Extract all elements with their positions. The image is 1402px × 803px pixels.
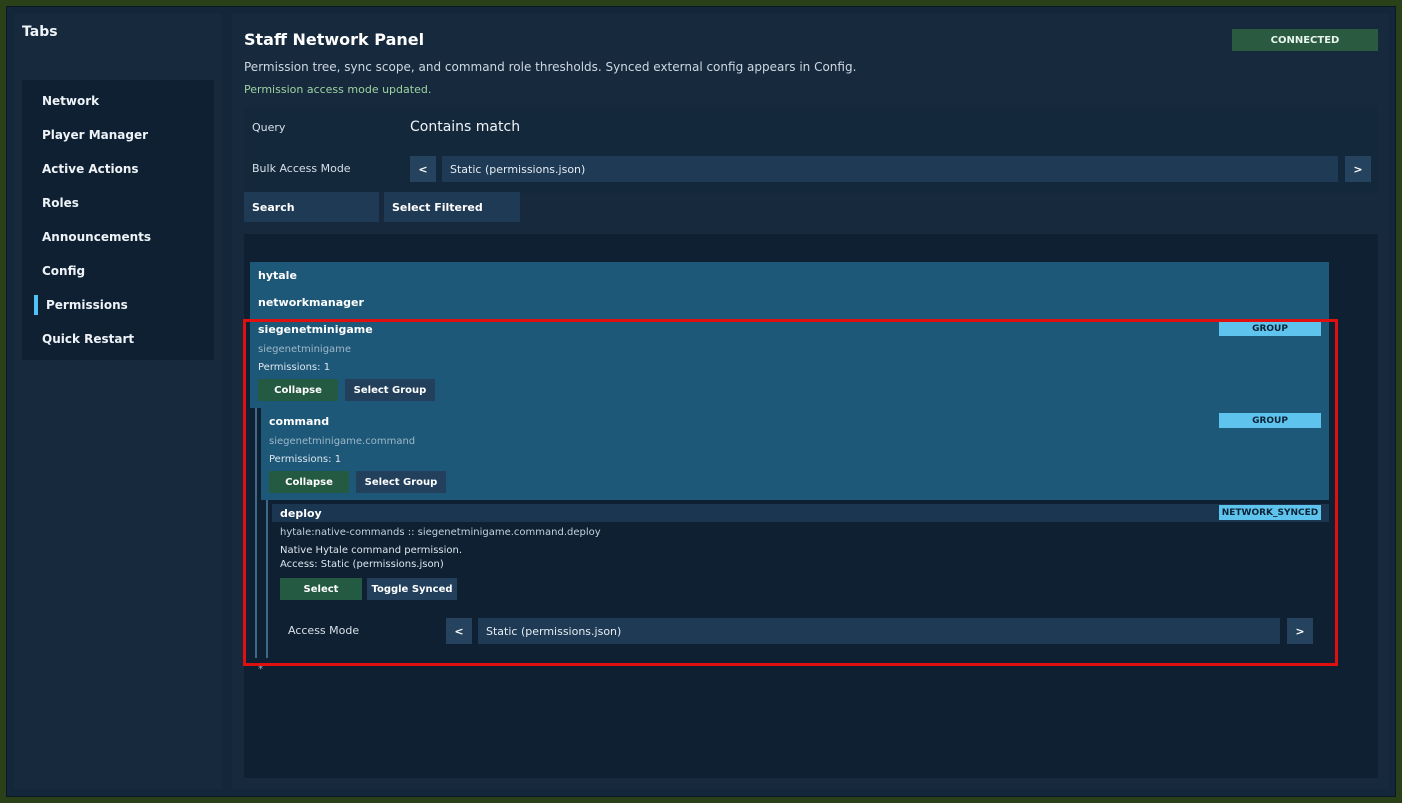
leaf-header-bar [272,504,1329,522]
group-name: command [269,415,330,428]
access-mode-value: Static (permissions.json) [478,618,1280,644]
tree-node-networkmanager[interactable]: networkmanager [250,289,1329,316]
main-panel: Staff Network Panel Permission tree, syn… [232,14,1389,789]
group-permission-count: Permissions: 1 [269,454,342,465]
sidebar-item-label: Network [42,94,100,108]
sidebar-tab-list: Network Player Manager Active Actions Ro… [22,80,214,360]
status-message: Permission access mode updated. [244,83,432,96]
sidebar-item-active-actions[interactable]: Active Actions [22,155,214,183]
tree-leaf-deploy: deploy NETWORK_SYNCED hytale:native-comm… [272,500,1329,658]
group-type-badge: GROUP [1219,321,1321,336]
tree-group-siegenetminigame: siegenetminigame siegenetminigame Permis… [250,316,1329,408]
sidebar-item-label: Player Manager [42,128,149,142]
permission-tree: hytale networkmanager siegenetminigame s… [244,234,1378,778]
sidebar-item-label: Announcements [42,230,152,244]
collapse-button[interactable]: Collapse [258,379,338,401]
permission-access: Access: Static (permissions.json) [280,559,444,570]
permission-name: deploy [280,507,322,520]
connection-status-badge: CONNECTED [1232,29,1378,51]
sidebar-item-label: Active Actions [42,162,139,176]
sidebar-title: Tabs [22,24,58,40]
bulk-mode-next-button[interactable]: > [1345,156,1371,182]
bulk-access-mode-label: Bulk Access Mode [252,162,351,175]
tree-indent-line [255,408,257,658]
network-synced-badge: NETWORK_SYNCED [1219,505,1321,520]
collapse-button[interactable]: Collapse [269,471,349,493]
tree-indent-line [266,500,268,658]
group-path: siegenetminigame.command [269,436,416,447]
tree-node-label: networkmanager [258,296,364,309]
query-section: Query Contains match Bulk Access Mode < … [244,107,1378,193]
query-match-mode[interactable]: Contains match [410,119,520,135]
access-mode-prev-button[interactable]: < [446,618,472,644]
sidebar-item-player-manager[interactable]: Player Manager [22,121,214,149]
select-group-button[interactable]: Select Group [356,471,446,493]
select-group-button[interactable]: Select Group [345,379,435,401]
search-button[interactable]: Search [244,192,379,222]
group-name: siegenetminigame [258,323,373,336]
active-tab-indicator [34,295,38,315]
select-filtered-button[interactable]: Select Filtered [384,192,520,222]
group-permission-count: Permissions: 1 [258,362,331,373]
group-type-badge: GROUP [1219,413,1321,428]
page-description: Permission tree, sync scope, and command… [244,60,857,74]
bulk-mode-prev-button[interactable]: < [410,156,436,182]
sidebar: Tabs Network Player Manager Active Actio… [14,14,222,789]
sidebar-item-quick-restart[interactable]: Quick Restart [22,325,214,353]
group-path: siegenetminigame [258,344,352,355]
tree-node-label: hytale [258,269,297,282]
tree-group-command: command siegenetminigame.command Permiss… [261,408,1329,500]
sidebar-item-config[interactable]: Config [22,257,214,285]
sidebar-item-label: Quick Restart [42,332,135,346]
page-title: Staff Network Panel [244,30,425,49]
sidebar-item-label: Roles [42,196,79,210]
sidebar-item-permissions[interactable]: Permissions [22,291,214,319]
tree-node-hytale[interactable]: hytale [250,262,1329,289]
access-mode-next-button[interactable]: > [1287,618,1313,644]
query-label: Query [252,121,286,134]
bulk-access-mode-value: Static (permissions.json) [442,156,1338,182]
sidebar-item-label: Config [42,264,86,278]
permission-path: hytale:native-commands :: siegenetminiga… [280,527,601,538]
sidebar-item-announcements[interactable]: Announcements [22,223,214,251]
select-button[interactable]: Select [280,578,362,600]
access-mode-label: Access Mode [288,624,360,637]
sidebar-item-network[interactable]: Network [22,87,214,115]
tree-trailing-marker: * [258,664,263,675]
toggle-synced-button[interactable]: Toggle Synced [367,578,457,600]
permission-description: Native Hytale command permission. [280,545,463,556]
sidebar-item-label: Permissions [46,298,128,312]
sidebar-item-roles[interactable]: Roles [22,189,214,217]
